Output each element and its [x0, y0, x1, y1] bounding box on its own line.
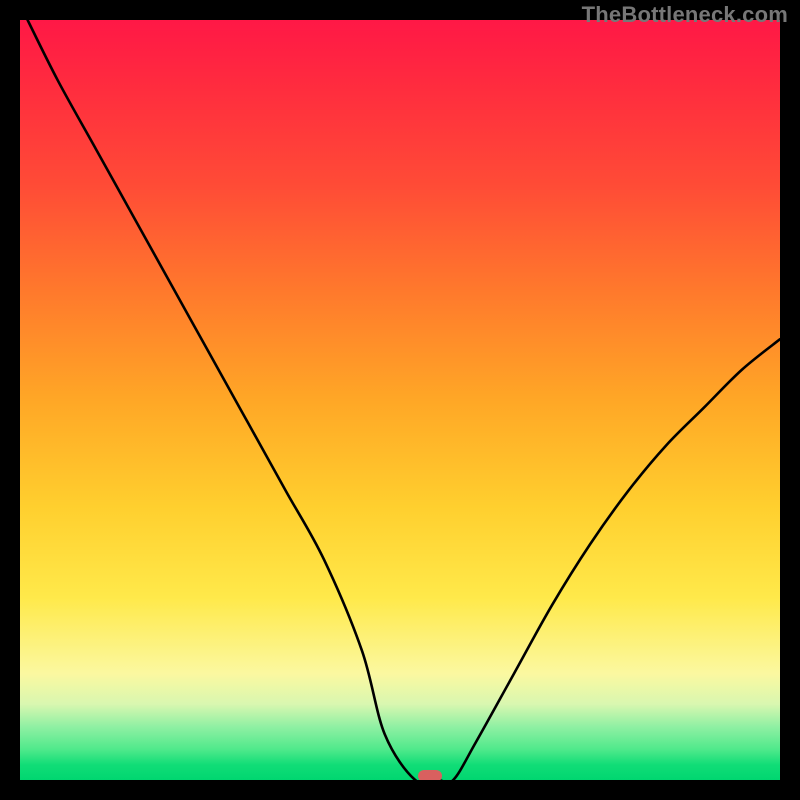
chart-frame: TheBottleneck.com	[0, 0, 800, 800]
optimal-marker	[418, 770, 442, 780]
bottleneck-curve	[20, 20, 780, 780]
watermark-text: TheBottleneck.com	[582, 2, 788, 28]
plot-area	[20, 20, 780, 780]
